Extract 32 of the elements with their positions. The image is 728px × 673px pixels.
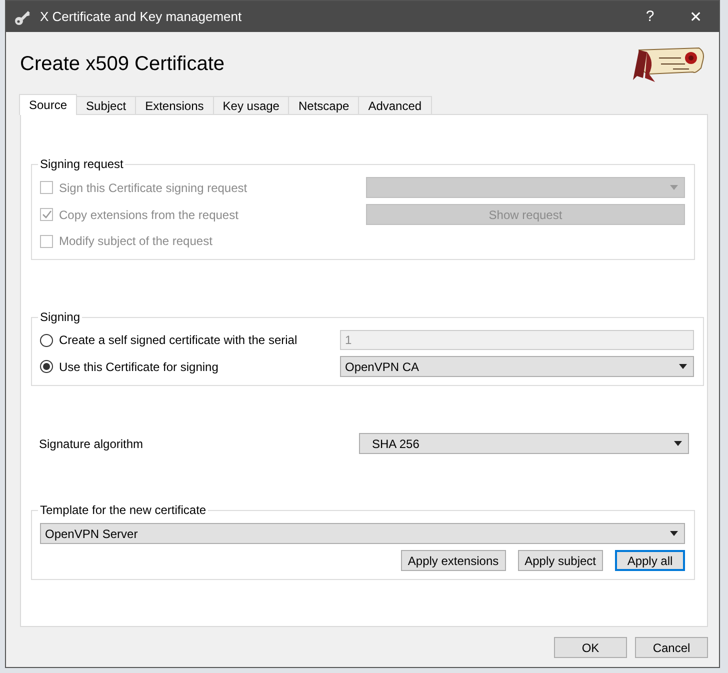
dropdown-arrow-icon	[670, 531, 678, 536]
close-button[interactable]: ✕	[673, 1, 719, 32]
checkbox-label: Modify subject of the request	[59, 234, 212, 248]
checkbox-label: Sign this Certificate signing request	[59, 180, 248, 194]
radio-button[interactable]	[40, 360, 53, 373]
tab[interactable]: Source	[19, 94, 78, 115]
group-title: Signing	[39, 310, 82, 324]
dialog-heading: Create x509 Certificate	[20, 52, 225, 76]
radio-label: Use this Certificate for signing	[59, 360, 218, 374]
field-label: Signature algorithm	[38, 436, 144, 450]
dropdown-arrow-icon	[679, 364, 687, 369]
help-button[interactable]: ?	[627, 1, 673, 32]
apply-button[interactable]: Apply all	[615, 550, 685, 571]
tab[interactable]: Key usage	[212, 96, 290, 114]
dialog-button[interactable]: Cancel	[635, 637, 708, 658]
group-title: Signing request	[39, 157, 124, 171]
dialog-button[interactable]: OK	[554, 637, 627, 658]
dropdown[interactable]: SHA 256	[359, 433, 689, 454]
window-title: X Certificate and Key management	[40, 9, 243, 24]
radio-button[interactable]	[40, 334, 53, 346]
dropdown-arrow-icon	[670, 185, 678, 190]
radio-label: Create a self signed certificate with the serial	[59, 333, 298, 347]
group-title: Template for the new certificate	[39, 503, 208, 517]
dropdown-arrow-icon	[674, 441, 682, 446]
dropdown[interactable]: OpenVPN CA	[340, 356, 694, 377]
apply-button[interactable]: Apply extensions	[400, 550, 506, 571]
checkbox-label: Copy extensions from the request	[59, 208, 238, 222]
tab[interactable]: Netscape	[288, 96, 360, 114]
tab[interactable]: Advanced	[358, 96, 432, 114]
tab[interactable]: Subject	[76, 96, 136, 114]
dropdown[interactable]: OpenVPN Server	[40, 523, 685, 544]
apply-button[interactable]: Apply subject	[518, 550, 603, 571]
